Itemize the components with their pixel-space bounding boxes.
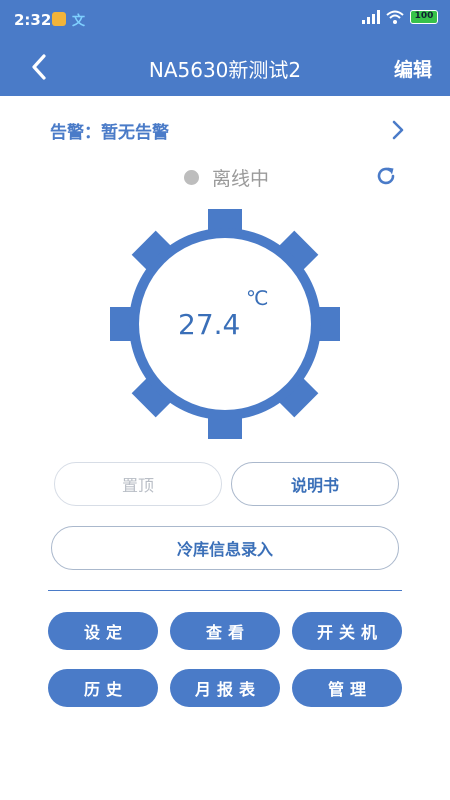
status-dot [184, 169, 199, 185]
view-button[interactable]: 查看 [170, 612, 280, 650]
status-bar: 2:32 文 100 [0, 0, 450, 40]
alarm-text: 告警：暂无告警 [50, 123, 169, 143]
battery-icon: 100 [410, 10, 438, 24]
status-text: 离线中 [212, 167, 270, 190]
chevron-right-icon [392, 120, 404, 140]
divider [48, 590, 402, 591]
signal-icon [362, 10, 380, 24]
pin-top-button[interactable]: 置顶 [54, 462, 222, 506]
power-toggle-button[interactable]: 开关机 [292, 612, 402, 650]
connection-status: 离线中 [184, 164, 269, 190]
refresh-icon[interactable] [374, 164, 398, 188]
page-title: NA5630新测试2 [148, 58, 302, 82]
history-button[interactable]: 历史 [48, 669, 158, 707]
manual-button[interactable]: 说明书 [231, 462, 399, 506]
status-indicators: 100 [362, 10, 438, 24]
app-header: 2:32 文 100 NA5630新测试2 编辑 [0, 0, 450, 96]
cold-storage-entry-button[interactable]: 冷库信息录入 [51, 526, 399, 570]
edit-button[interactable]: 编辑 [394, 55, 432, 82]
temperature-unit: ℃ [246, 286, 269, 310]
notification-app-icon [52, 12, 66, 26]
temperature-value: 27.4 [178, 308, 241, 341]
manage-button[interactable]: 管理 [292, 669, 402, 707]
settings-button[interactable]: 设定 [48, 612, 158, 650]
alarm-row[interactable]: 告警：暂无告警 [50, 118, 410, 144]
wifi-icon [386, 10, 404, 24]
monthly-report-button[interactable]: 月报表 [170, 669, 280, 707]
status-time: 2:32 [14, 11, 52, 29]
translate-app-icon: 文 [72, 14, 86, 29]
